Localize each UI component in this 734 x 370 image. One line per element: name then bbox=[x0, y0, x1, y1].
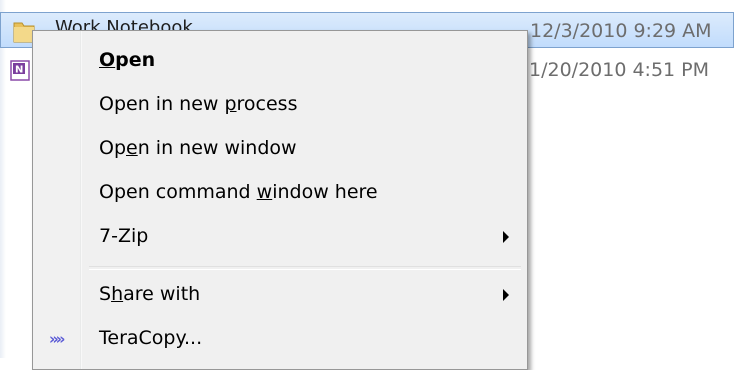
submenu-arrow-icon bbox=[503, 289, 509, 301]
submenu-arrow-icon bbox=[503, 231, 509, 243]
file-date: 1/20/2010 4:51 PM bbox=[529, 59, 710, 81]
menu-item-share-with[interactable]: Share with bbox=[35, 275, 523, 315]
menu-item-open[interactable]: Open bbox=[35, 41, 523, 81]
menu-item-open-new-window[interactable]: Open in new window bbox=[35, 129, 523, 169]
menu-item-label: Open command window here bbox=[99, 181, 378, 203]
menu-item-label: TeraCopy... bbox=[99, 327, 203, 349]
onenote-icon: N bbox=[10, 60, 32, 82]
menu-item-7zip[interactable]: 7-Zip bbox=[35, 217, 523, 257]
menu-separator bbox=[89, 266, 521, 270]
menu-item-label: Open in new window bbox=[99, 137, 297, 159]
menu-item-label: Open in new process bbox=[99, 93, 298, 115]
menu-item-label: 7-Zip bbox=[99, 225, 149, 247]
menu-item-label: Share with bbox=[99, 283, 201, 305]
menu-item-teracopy[interactable]: »» TeraCopy... bbox=[35, 319, 523, 359]
teracopy-icon: »» bbox=[49, 330, 65, 348]
menu-item-label: Open bbox=[99, 49, 156, 71]
menu-item-open-command-window[interactable]: Open command window here bbox=[35, 173, 523, 213]
svg-text:N: N bbox=[15, 65, 23, 76]
context-menu: Open Open in new process Open in new win… bbox=[32, 30, 528, 370]
file-date: 12/3/2010 9:29 AM bbox=[530, 20, 712, 42]
menu-item-open-new-process[interactable]: Open in new process bbox=[35, 85, 523, 125]
